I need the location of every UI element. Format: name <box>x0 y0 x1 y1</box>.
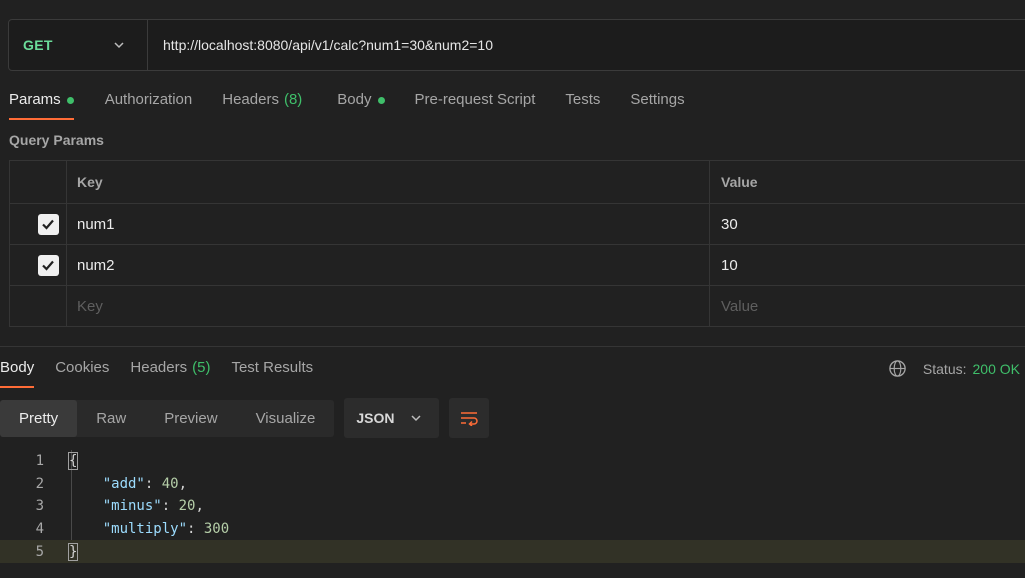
format-label: JSON <box>356 410 395 426</box>
json-key: "add" <box>102 475 145 492</box>
response-tabs: Body Cookies Headers (5) Test Results <box>0 354 313 388</box>
code-line: 4 "multiply": 300 <box>0 518 1025 541</box>
code-text: { <box>67 452 79 471</box>
tab-params[interactable]: Params <box>9 86 74 120</box>
param-checkbox[interactable] <box>37 254 59 276</box>
tab-label: Body <box>0 359 35 376</box>
query-params-title: Query Params <box>9 132 104 148</box>
tab-test-results[interactable]: Test Results <box>231 354 313 388</box>
response-view-bar: Pretty Raw Preview Visualize JSON <box>0 398 490 438</box>
url-input[interactable] <box>148 20 1025 70</box>
close-brace: } <box>67 542 79 561</box>
param-value-cell[interactable]: 10 <box>710 245 1025 285</box>
view-pretty[interactable]: Pretty <box>0 399 78 437</box>
code-text: } <box>67 542 79 561</box>
request-url-bar: GET <box>8 19 1025 71</box>
status-label: Status: <box>922 360 967 377</box>
checkmark-icon <box>42 260 54 271</box>
response-body-code[interactable]: 1 { 2 "add": 40, 3 "minus": 20, 4 "multi… <box>0 450 1025 563</box>
row-checkbox-cell <box>10 245 67 285</box>
query-params-table: Key Value num1 30 num2 10 Key Value <box>9 160 1025 327</box>
tab-label: Body <box>337 91 372 108</box>
table-row: num2 10 <box>10 244 1025 285</box>
row-checkbox-cell <box>10 204 67 244</box>
line-number: 1 <box>35 453 44 470</box>
code-text: "multiply": 300 <box>102 521 230 538</box>
value-column-header: Value <box>721 174 758 190</box>
param-checkbox[interactable] <box>37 213 59 235</box>
key-column-header: Key <box>67 161 710 203</box>
tab-response-body[interactable]: Body <box>0 354 35 388</box>
param-key-cell[interactable]: num2 <box>67 245 710 285</box>
json-key: "multiply" <box>102 521 188 538</box>
chevron-down-icon <box>114 42 124 49</box>
table-header-row: Key Value <box>10 161 1025 203</box>
request-tabs: Params Authorization Headers (8) Body Pr… <box>9 86 685 120</box>
tab-headers[interactable]: Headers (8) <box>222 86 302 120</box>
method-label: GET <box>23 37 53 53</box>
tab-label: Params <box>9 91 61 108</box>
tab-label: Tests <box>565 91 601 108</box>
code-line: 3 "minus": 20, <box>0 495 1025 518</box>
json-comma: , <box>178 475 188 492</box>
line-number: 3 <box>35 498 44 515</box>
tab-label: Test Results <box>231 359 314 376</box>
tab-label: Headers <box>222 91 279 108</box>
tab-settings[interactable]: Settings <box>630 86 684 120</box>
tab-cookies[interactable]: Cookies <box>55 354 109 388</box>
status-value: 200 OK <box>972 360 1020 377</box>
tab-authorization[interactable]: Authorization <box>105 86 193 120</box>
format-select[interactable]: JSON <box>344 398 440 438</box>
line-number: 4 <box>35 521 44 538</box>
pane-divider[interactable] <box>0 346 1025 347</box>
body-indicator-dot <box>377 97 385 104</box>
new-key-input[interactable]: Key <box>67 286 710 326</box>
view-visualize[interactable]: Visualize <box>237 400 335 437</box>
json-comma: , <box>195 498 204 515</box>
line-number: 5 <box>35 543 44 560</box>
tab-pre-request-script[interactable]: Pre-request Script <box>415 86 536 120</box>
tab-tests[interactable]: Tests <box>565 86 600 120</box>
chevron-down-icon <box>411 415 421 422</box>
code-text: "minus": 20, <box>102 498 204 515</box>
new-value-input[interactable]: Value <box>710 286 1025 326</box>
code-line: 2 "add": 40, <box>0 473 1025 496</box>
checkbox-column-header <box>10 161 67 203</box>
json-value: 20 <box>178 498 196 515</box>
json-value: 40 <box>161 475 179 492</box>
open-brace: { <box>67 452 79 471</box>
response-headers-count: (5) <box>192 359 211 376</box>
view-raw[interactable]: Raw <box>77 400 145 437</box>
view-mode-segmented: Pretty Raw Preview Visualize <box>0 399 335 437</box>
table-row-empty: Key Value <box>10 285 1025 326</box>
code-line-current: 5 } <box>0 540 1025 563</box>
table-row: num1 30 <box>10 203 1025 244</box>
tab-label: Settings <box>630 91 685 108</box>
view-preview[interactable]: Preview <box>145 400 236 437</box>
tab-label: Cookies <box>55 359 110 376</box>
wrap-lines-icon <box>461 412 479 426</box>
tab-label: Pre-request Script <box>414 91 536 108</box>
json-key: "minus" <box>102 498 162 515</box>
row-checkbox-cell <box>10 286 67 326</box>
response-status: Status: 200 OK <box>888 359 1020 378</box>
json-value: 300 <box>203 521 230 538</box>
tab-label: Authorization <box>104 91 193 108</box>
param-key-cell[interactable]: num1 <box>67 204 710 244</box>
headers-count: (8) <box>283 91 303 108</box>
tab-response-headers[interactable]: Headers (5) <box>130 354 210 388</box>
tab-body[interactable]: Body <box>337 86 385 120</box>
method-select[interactable]: GET <box>9 20 148 70</box>
checkmark-icon <box>42 219 54 230</box>
code-line: 1 { <box>0 450 1025 473</box>
param-value-cell[interactable]: 30 <box>710 204 1025 244</box>
params-indicator-dot <box>66 97 74 104</box>
globe-icon[interactable] <box>888 359 907 378</box>
tab-label: Headers <box>130 359 188 376</box>
line-number: 2 <box>35 475 44 492</box>
code-text: "add": 40, <box>102 475 188 492</box>
wrap-lines-button[interactable] <box>449 398 490 438</box>
